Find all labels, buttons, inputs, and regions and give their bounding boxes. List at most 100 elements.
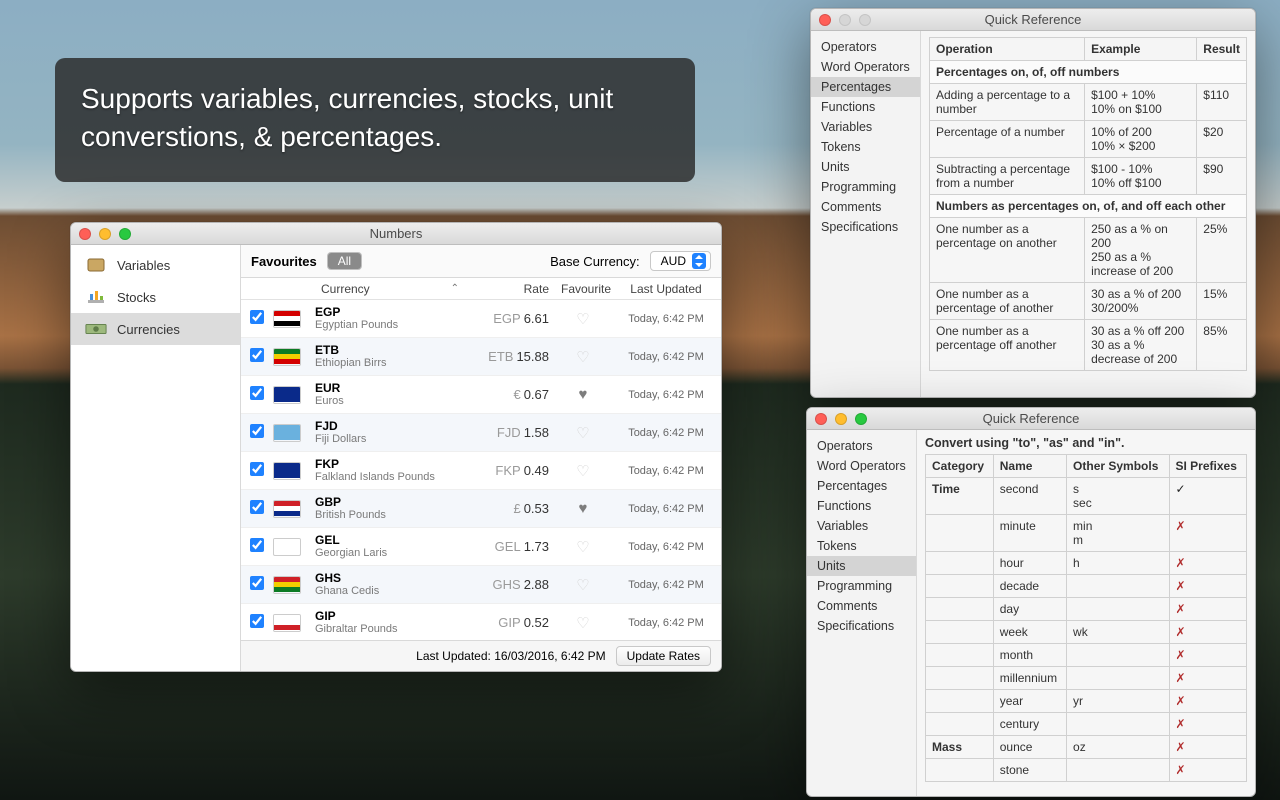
currency-row[interactable]: GHSGhana CedisGHS2.88♡Today, 6:42 PM [241,566,721,604]
sidebar-item-currencies[interactable]: Currencies [71,313,240,345]
chart-icon [85,287,107,307]
currency-table-header: Currency ⌃ Rate Favourite Last Updated [241,278,721,300]
row-checkbox[interactable] [250,576,264,593]
numbers-sidebar: Variables Stocks Currencies [71,245,241,671]
currency-rate: EGP6.61 [469,311,555,326]
table-section: Numbers as percentages on, of, and off e… [930,195,1247,218]
titlebar[interactable]: Numbers [71,223,721,245]
flag-icon [273,348,301,366]
marketing-caption: Supports variables, currencies, stocks, … [55,58,695,182]
minimize-icon[interactable] [835,413,847,425]
close-icon[interactable] [79,228,91,240]
row-checkbox[interactable] [250,614,264,631]
quickref-nav-variables[interactable]: Variables [807,516,916,536]
table-row: millennium✗ [926,667,1247,690]
row-checkbox[interactable] [250,500,264,517]
quickref-nav-percentages[interactable]: Percentages [811,77,920,97]
row-checkbox[interactable] [250,462,264,479]
table-row: yearyr✗ [926,690,1247,713]
currency-rate: £0.53 [469,501,555,516]
favourite-toggle[interactable]: ♡ [555,310,611,328]
quickref-nav-percentages[interactable]: Percentages [807,476,916,496]
currency-row[interactable]: ETBEthiopian BirrsETB15.88♡Today, 6:42 P… [241,338,721,376]
base-currency-value: AUD [661,254,686,268]
quickref-nav-units[interactable]: Units [811,157,920,177]
favourite-toggle[interactable]: ♡ [555,462,611,480]
favourites-filter-segment[interactable]: All [327,252,362,270]
column-last-updated[interactable]: Last Updated [611,282,721,296]
favourite-toggle[interactable]: ♡ [555,576,611,594]
quickref-nav-programming[interactable]: Programming [807,576,916,596]
zoom-icon[interactable] [119,228,131,240]
currency-row[interactable]: EUREuros€0.67♥Today, 6:42 PM [241,376,721,414]
row-checkbox[interactable] [250,310,264,327]
row-last-updated: Today, 6:42 PM [611,617,721,629]
segment-all[interactable]: All [328,253,361,269]
quickref-nav-variables[interactable]: Variables [811,117,920,137]
quickref-nav-comments[interactable]: Comments [807,596,916,616]
titlebar[interactable]: Quick Reference [807,408,1255,430]
row-checkbox[interactable] [250,538,264,555]
favourite-toggle[interactable]: ♡ [555,348,611,366]
sort-ascending-icon: ⌃ [451,283,459,294]
table-header: Name [993,455,1066,478]
currency-row[interactable]: GBPBritish Pounds£0.53♥Today, 6:42 PM [241,490,721,528]
favourite-toggle[interactable]: ♡ [555,614,611,632]
quickref-nav-operators[interactable]: Operators [811,37,920,57]
currency-row[interactable]: EGPEgyptian PoundsEGP6.61♡Today, 6:42 PM [241,300,721,338]
favourite-toggle[interactable]: ♡ [555,424,611,442]
minimize-icon[interactable] [99,228,111,240]
currency-row[interactable]: GELGeorgian LarisGEL1.73♡Today, 6:42 PM [241,528,721,566]
sidebar-item-variables[interactable]: Variables [71,249,240,281]
window-title: Quick Reference [811,12,1255,27]
table-row: stone✗ [926,759,1247,782]
base-currency-select[interactable]: AUD [650,251,711,271]
close-icon[interactable] [819,14,831,26]
row-checkbox[interactable] [250,386,264,403]
quickref-nav-word-operators[interactable]: Word Operators [811,57,920,77]
zoom-icon[interactable] [855,413,867,425]
row-last-updated: Today, 6:42 PM [611,465,721,477]
update-rates-button[interactable]: Update Rates [616,646,711,666]
quickref-nav-functions[interactable]: Functions [811,97,920,117]
currency-rate: FJD1.58 [469,425,555,440]
minimize-icon[interactable] [839,14,851,26]
quickref-nav-specifications[interactable]: Specifications [811,217,920,237]
column-currency[interactable]: Currency ⌃ [315,282,469,296]
favourite-toggle[interactable]: ♥ [555,386,611,403]
quickref-nav-specifications[interactable]: Specifications [807,616,916,636]
quickref-nav-units[interactable]: Units [807,556,916,576]
currency-row[interactable]: FJDFiji DollarsFJD1.58♡Today, 6:42 PM [241,414,721,452]
quickref-nav-programming[interactable]: Programming [811,177,920,197]
select-stepper-icon [692,253,706,269]
cash-icon [85,319,107,339]
table-header: Result [1197,38,1247,61]
units-intro: Convert using "to", "as" and "in". [925,436,1247,450]
titlebar[interactable]: Quick Reference [811,9,1255,31]
currency-rate: ETB15.88 [469,349,555,364]
zoom-icon[interactable] [859,14,871,26]
currency-row[interactable]: GIPGibraltar PoundsGIP0.52♡Today, 6:42 P… [241,604,721,640]
sidebar-item-stocks[interactable]: Stocks [71,281,240,313]
sidebar-item-label: Stocks [117,290,156,305]
column-favourite[interactable]: Favourite [555,282,611,296]
currency-name: GIPGibraltar Pounds [315,610,469,635]
quickref-nav-comments[interactable]: Comments [811,197,920,217]
flag-icon [273,462,301,480]
quickref-nav-operators[interactable]: Operators [807,436,916,456]
quickref-nav-tokens[interactable]: Tokens [807,536,916,556]
quickref-nav-functions[interactable]: Functions [807,496,916,516]
quickref-nav-tokens[interactable]: Tokens [811,137,920,157]
currency-row[interactable]: FKPFalkland Islands PoundsFKP0.49♡Today,… [241,452,721,490]
table-row: century✗ [926,713,1247,736]
table-row: weekwk✗ [926,621,1247,644]
column-rate[interactable]: Rate [469,282,555,296]
favourite-toggle[interactable]: ♡ [555,538,611,556]
quickref-nav-word-operators[interactable]: Word Operators [807,456,916,476]
close-icon[interactable] [815,413,827,425]
table-row: Percentage of a number10% of 200 10% × $… [930,121,1247,158]
table-row: One number as a percentage of another30 … [930,283,1247,320]
favourite-toggle[interactable]: ♥ [555,500,611,517]
row-checkbox[interactable] [250,348,264,365]
row-checkbox[interactable] [250,424,264,441]
